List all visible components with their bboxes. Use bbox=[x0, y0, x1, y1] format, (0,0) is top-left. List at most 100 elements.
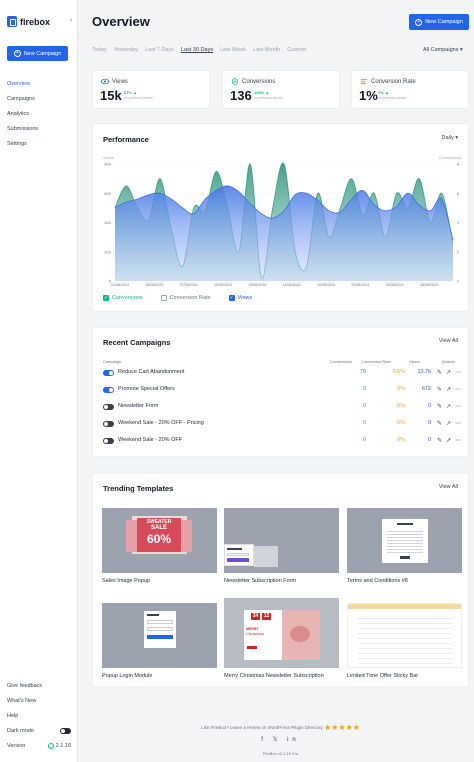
plus-icon: + bbox=[415, 18, 423, 26]
template-card[interactable]: Popup Login Module bbox=[102, 603, 217, 679]
whats-new-link[interactable]: What's New bbox=[7, 698, 36, 704]
more-options-icon[interactable]: ⋯ bbox=[455, 403, 461, 410]
campaign-name[interactable]: Reduce Cart Abandonment bbox=[118, 369, 184, 375]
legend-views[interactable]: ✓ Views bbox=[228, 295, 252, 301]
row-actions: ✎ ↗ ⋯ bbox=[437, 369, 461, 376]
template-card[interactable]: Terms and Conditions #8 bbox=[347, 508, 462, 584]
chart-legend: ✓ Conversions Conversion Rate ✓ Views bbox=[103, 295, 252, 301]
help-link[interactable]: Help bbox=[7, 713, 18, 719]
edit-pencil-icon[interactable]: ✎ bbox=[437, 420, 442, 427]
campaign-filter-dropdown[interactable]: All Campaigns ▾ bbox=[423, 47, 463, 53]
edit-pencil-icon[interactable]: ✎ bbox=[437, 386, 442, 393]
dark-mode-toggle[interactable] bbox=[60, 728, 71, 734]
edit-pencil-icon[interactable]: ✎ bbox=[437, 369, 442, 376]
edit-pencil-icon[interactable]: ✎ bbox=[437, 403, 442, 410]
campaign-conversion-rate: 0% bbox=[397, 420, 405, 426]
more-options-icon[interactable]: ⋯ bbox=[455, 369, 461, 376]
template-preview: SWEATER SALE 60% bbox=[102, 508, 217, 573]
sidebar-item-overview[interactable]: Overview bbox=[7, 80, 38, 95]
sidebar-footer: Give feedback What's New Help Dark mode … bbox=[7, 683, 71, 758]
legend-conversions[interactable]: ✓ Conversions bbox=[103, 295, 143, 301]
stat-note: vs previous period bbox=[378, 96, 407, 100]
campaign-status-toggle[interactable] bbox=[103, 438, 114, 444]
campaign-views: 0 bbox=[427, 403, 431, 409]
new-campaign-button-sidebar[interactable]: + New Campaign bbox=[7, 46, 68, 61]
analytics-trend-icon[interactable]: ↗ bbox=[446, 386, 451, 393]
sidebar-item-submissions[interactable]: Submissions bbox=[7, 125, 38, 140]
stat-label: Conversions bbox=[242, 78, 276, 85]
version-number: 2.1.19 bbox=[55, 743, 71, 749]
analytics-trend-icon[interactable]: ↗ bbox=[446, 403, 451, 410]
template-caption: Merry Christmas Newsletter Subscription bbox=[224, 673, 324, 679]
campaign-name[interactable]: Newsletter Form bbox=[118, 403, 158, 409]
analytics-trend-icon[interactable]: ↗ bbox=[446, 369, 451, 376]
tab-yesterday[interactable]: Yesterday bbox=[114, 47, 138, 53]
campaign-name[interactable]: Weekend Sale - 20% OFF - Pricing bbox=[118, 420, 204, 426]
stat-note: vs previous period bbox=[254, 96, 283, 100]
template-card[interactable]: 24 12 MERRY Christmas Merry Christmas Ne… bbox=[224, 598, 339, 679]
collapse-sidebar-icon[interactable]: ‹ bbox=[70, 17, 72, 24]
template-caption: Newsletter Subscription Form bbox=[224, 578, 297, 584]
y-tick-label: 400 bbox=[104, 220, 111, 225]
sidebar-item-settings[interactable]: Settings bbox=[7, 140, 38, 155]
edit-pencil-icon[interactable]: ✎ bbox=[437, 437, 442, 444]
performance-card: Performance Daily ▾ Views Conversions 0 200… bbox=[92, 123, 469, 312]
row-actions: ✎ ↗ ⋯ bbox=[437, 437, 461, 444]
stat-label: Conversion Rate bbox=[371, 78, 416, 85]
row-actions: ✎ ↗ ⋯ bbox=[437, 403, 461, 410]
campaign-status-toggle[interactable] bbox=[103, 421, 114, 427]
x-tick-label: 19/08/2024 bbox=[317, 283, 335, 287]
campaign-name[interactable]: Promote Special Offers bbox=[118, 386, 175, 392]
more-options-icon[interactable]: ⋯ bbox=[455, 386, 461, 393]
campaign-status-toggle[interactable] bbox=[103, 387, 114, 393]
tab-last-week[interactable]: Last Week bbox=[220, 47, 246, 53]
table-row[interactable]: Reduce Cart Abandonment 79 0.6% 13.7k ✎ ↗ ⋯ bbox=[103, 369, 461, 379]
more-options-icon[interactable]: ⋯ bbox=[455, 437, 461, 444]
date-range-tabs: Today Yesterday Last 7 Days Last 30 Days… bbox=[92, 47, 313, 53]
legend-label: Conversion Rate bbox=[169, 295, 211, 301]
view-all-campaigns-link[interactable]: View All bbox=[439, 338, 458, 344]
give-feedback-link[interactable]: Give feedback bbox=[7, 683, 42, 689]
campaign-name[interactable]: Weekend Sale - 20% OFF bbox=[118, 437, 182, 443]
sidebar-item-analytics[interactable]: Analytics bbox=[7, 110, 38, 125]
sidebar-item-campaigns[interactable]: Campaigns bbox=[7, 95, 38, 110]
template-card[interactable]: Limited Time Offer Sticky Bar bbox=[347, 603, 462, 679]
template-caption: Limited Time Offer Sticky Bar bbox=[347, 673, 419, 679]
y2-tick-label: 2 bbox=[457, 249, 460, 254]
tab-last-7-days[interactable]: Last 7 Days bbox=[145, 47, 174, 53]
social-links[interactable]: f 𝕏 in bbox=[92, 736, 469, 743]
template-card[interactable]: Newsletter Subscription Form bbox=[224, 508, 339, 584]
new-campaign-button[interactable]: + New Campaign bbox=[409, 14, 469, 30]
campaign-status-toggle[interactable] bbox=[103, 404, 114, 410]
template-card[interactable]: SWEATER SALE 60% Sales Image Popup bbox=[102, 508, 217, 584]
tab-last-30-days[interactable]: Last 30 Days bbox=[181, 47, 213, 53]
x-tick-label: 10/08/2024 bbox=[214, 283, 232, 287]
table-row[interactable]: Promote Special Offers 0 0% 672 ✎ ↗ ⋯ bbox=[103, 386, 461, 396]
analytics-trend-icon[interactable]: ↗ bbox=[446, 420, 451, 427]
col-conversion-rate: Conversion Rate bbox=[361, 359, 391, 364]
y-tick-label: 800 bbox=[104, 162, 111, 167]
legend-conversion-rate[interactable]: Conversion Rate bbox=[160, 295, 211, 301]
y2-axis-title: Conversions bbox=[439, 155, 461, 160]
tab-today[interactable]: Today bbox=[92, 47, 107, 53]
table-row[interactable]: Weekend Sale - 20% OFF - Pricing 0 0% 0 ✎ ↗ ⋯ bbox=[103, 420, 461, 430]
stat-change: 67% ▲ bbox=[124, 90, 138, 95]
review-prompt: Like FireBox? Leave a review on WordPres… bbox=[92, 723, 469, 732]
trending-templates-card: Trending Templates View All SWEATER SALE… bbox=[92, 473, 469, 687]
review-text[interactable]: Like FireBox? Leave a review on WordPres… bbox=[201, 725, 323, 730]
logo[interactable]: firebox bbox=[7, 16, 50, 27]
analytics-trend-icon[interactable]: ↗ bbox=[446, 437, 451, 444]
more-options-icon[interactable]: ⋯ bbox=[455, 420, 461, 427]
campaign-conversion-rate: 0% bbox=[397, 403, 405, 409]
campaign-status-toggle[interactable] bbox=[103, 370, 114, 376]
view-all-templates-link[interactable]: View All bbox=[439, 484, 458, 490]
tab-custom[interactable]: Custom bbox=[287, 47, 306, 53]
x-tick-label: 13/08/2024 bbox=[248, 283, 266, 287]
x-tick-label: 16/08/2024 bbox=[283, 283, 301, 287]
check-circle-icon: ✓ bbox=[47, 743, 54, 749]
firebox-logo-icon bbox=[7, 16, 17, 27]
table-row[interactable]: Newsletter Form 0 0% 0 ✎ ↗ ⋯ bbox=[103, 403, 461, 413]
table-row[interactable]: Weekend Sale - 20% OFF 0 0% 0 ✎ ↗ ⋯ bbox=[103, 437, 461, 447]
tab-last-month[interactable]: Last Month bbox=[253, 47, 280, 53]
rating-stars-icon[interactable]: ★★★★★ bbox=[324, 723, 360, 732]
